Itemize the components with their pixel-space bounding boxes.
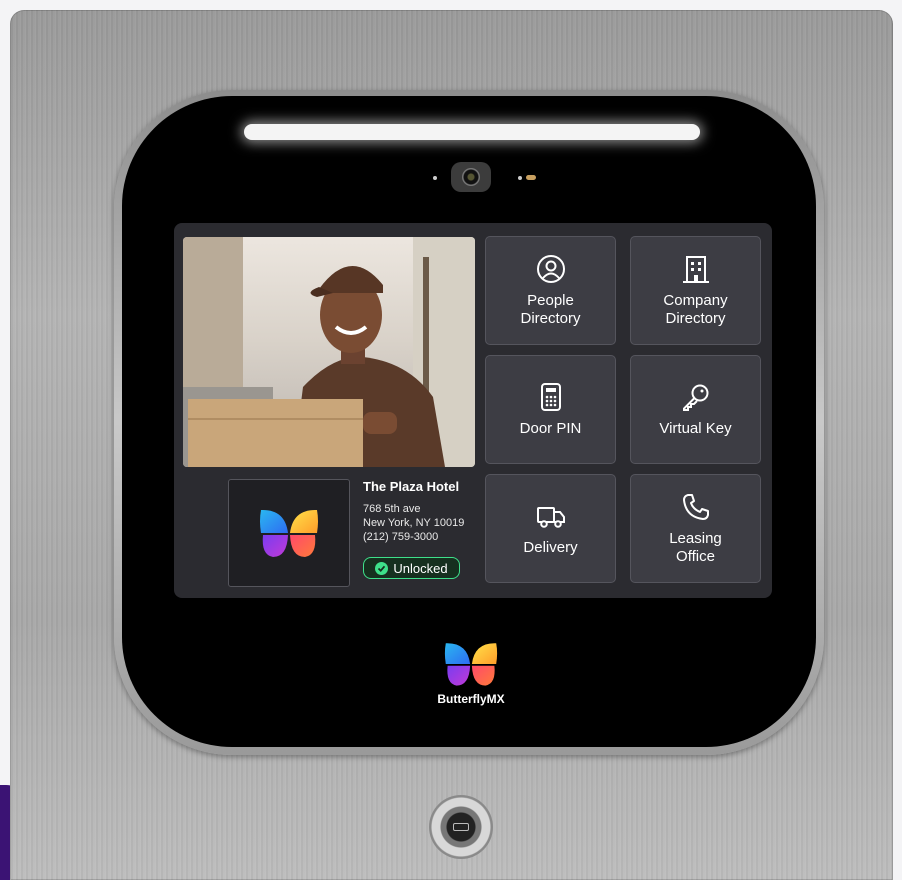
tile-virtual-key[interactable]: Virtual Key (630, 355, 761, 464)
butterfly-logo-icon (260, 509, 318, 557)
tile-leasing-office[interactable]: Leasing Office (630, 474, 761, 583)
tile-label: Delivery (523, 538, 578, 556)
tile-label: Door PIN (519, 419, 582, 437)
status-label: Unlocked (393, 560, 448, 576)
logo-box (228, 479, 350, 587)
truck-icon (536, 506, 565, 528)
key-lock (429, 795, 493, 859)
keyhole (453, 823, 469, 831)
light-bar (244, 124, 700, 140)
location-name: The Plaza Hotel (363, 479, 460, 494)
tile-label: Leasing Office (669, 529, 722, 565)
camera (451, 162, 491, 192)
tile-company-directory[interactable]: Company Directory (630, 236, 761, 345)
person-icon (536, 254, 565, 283)
sensor-dot (433, 176, 437, 180)
intercom-panel: The Plaza Hotel 768 5th ave New York, NY… (10, 10, 893, 880)
camera-lens (462, 168, 480, 186)
device-bezel: The Plaza Hotel 768 5th ave New York, NY… (122, 96, 816, 747)
mic (526, 175, 536, 180)
address-line2: New York, NY 10019 (363, 517, 465, 529)
phone-icon (682, 493, 709, 520)
tile-delivery[interactable]: Delivery (485, 474, 616, 583)
address-line1: 768 5th ave (363, 503, 421, 515)
video-feed (183, 237, 475, 467)
visitor-image (183, 237, 475, 467)
brand-name: ButterflyMX (437, 692, 505, 706)
building-icon (682, 255, 709, 283)
butterfly-logo-icon (444, 643, 498, 686)
tile-door-pin[interactable]: Door PIN (485, 355, 616, 464)
sensor-dot (518, 176, 522, 180)
tile-label: Company Directory (663, 291, 728, 327)
tile-label: People Directory (520, 291, 581, 327)
check-icon (375, 561, 389, 575)
touchscreen: The Plaza Hotel 768 5th ave New York, NY… (174, 223, 772, 598)
status-badge: Unlocked (363, 557, 460, 579)
key-icon (682, 384, 708, 411)
phone-number: (212) 759-3000 (363, 531, 439, 543)
keypad-icon (540, 382, 561, 411)
tile-label: Virtual Key (659, 419, 732, 437)
tile-people-directory[interactable]: People Directory (485, 236, 616, 345)
